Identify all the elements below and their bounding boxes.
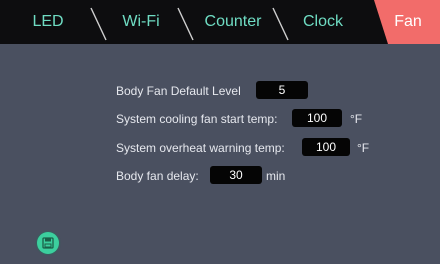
default-level-field[interactable]: 5 bbox=[256, 81, 308, 99]
start-temp-label: System cooling fan start temp: bbox=[116, 112, 278, 126]
save-icon[interactable] bbox=[37, 232, 59, 254]
fan-delay-field[interactable]: 30 bbox=[210, 166, 262, 184]
warning-temp-label: System overheat warning temp: bbox=[116, 141, 285, 155]
warning-temp-field[interactable]: 100 bbox=[302, 138, 350, 156]
start-temp-field[interactable]: 100 bbox=[292, 109, 342, 127]
fan-delay-label: Body fan delay: bbox=[116, 169, 199, 183]
default-level-label: Body Fan Default Level bbox=[116, 84, 241, 98]
fan-settings-panel: Body Fan Default Level 5 System cooling … bbox=[0, 0, 440, 264]
warning-temp-unit: °F bbox=[357, 141, 370, 155]
fan-delay-unit: min bbox=[266, 169, 286, 183]
start-temp-unit: °F bbox=[350, 112, 363, 126]
